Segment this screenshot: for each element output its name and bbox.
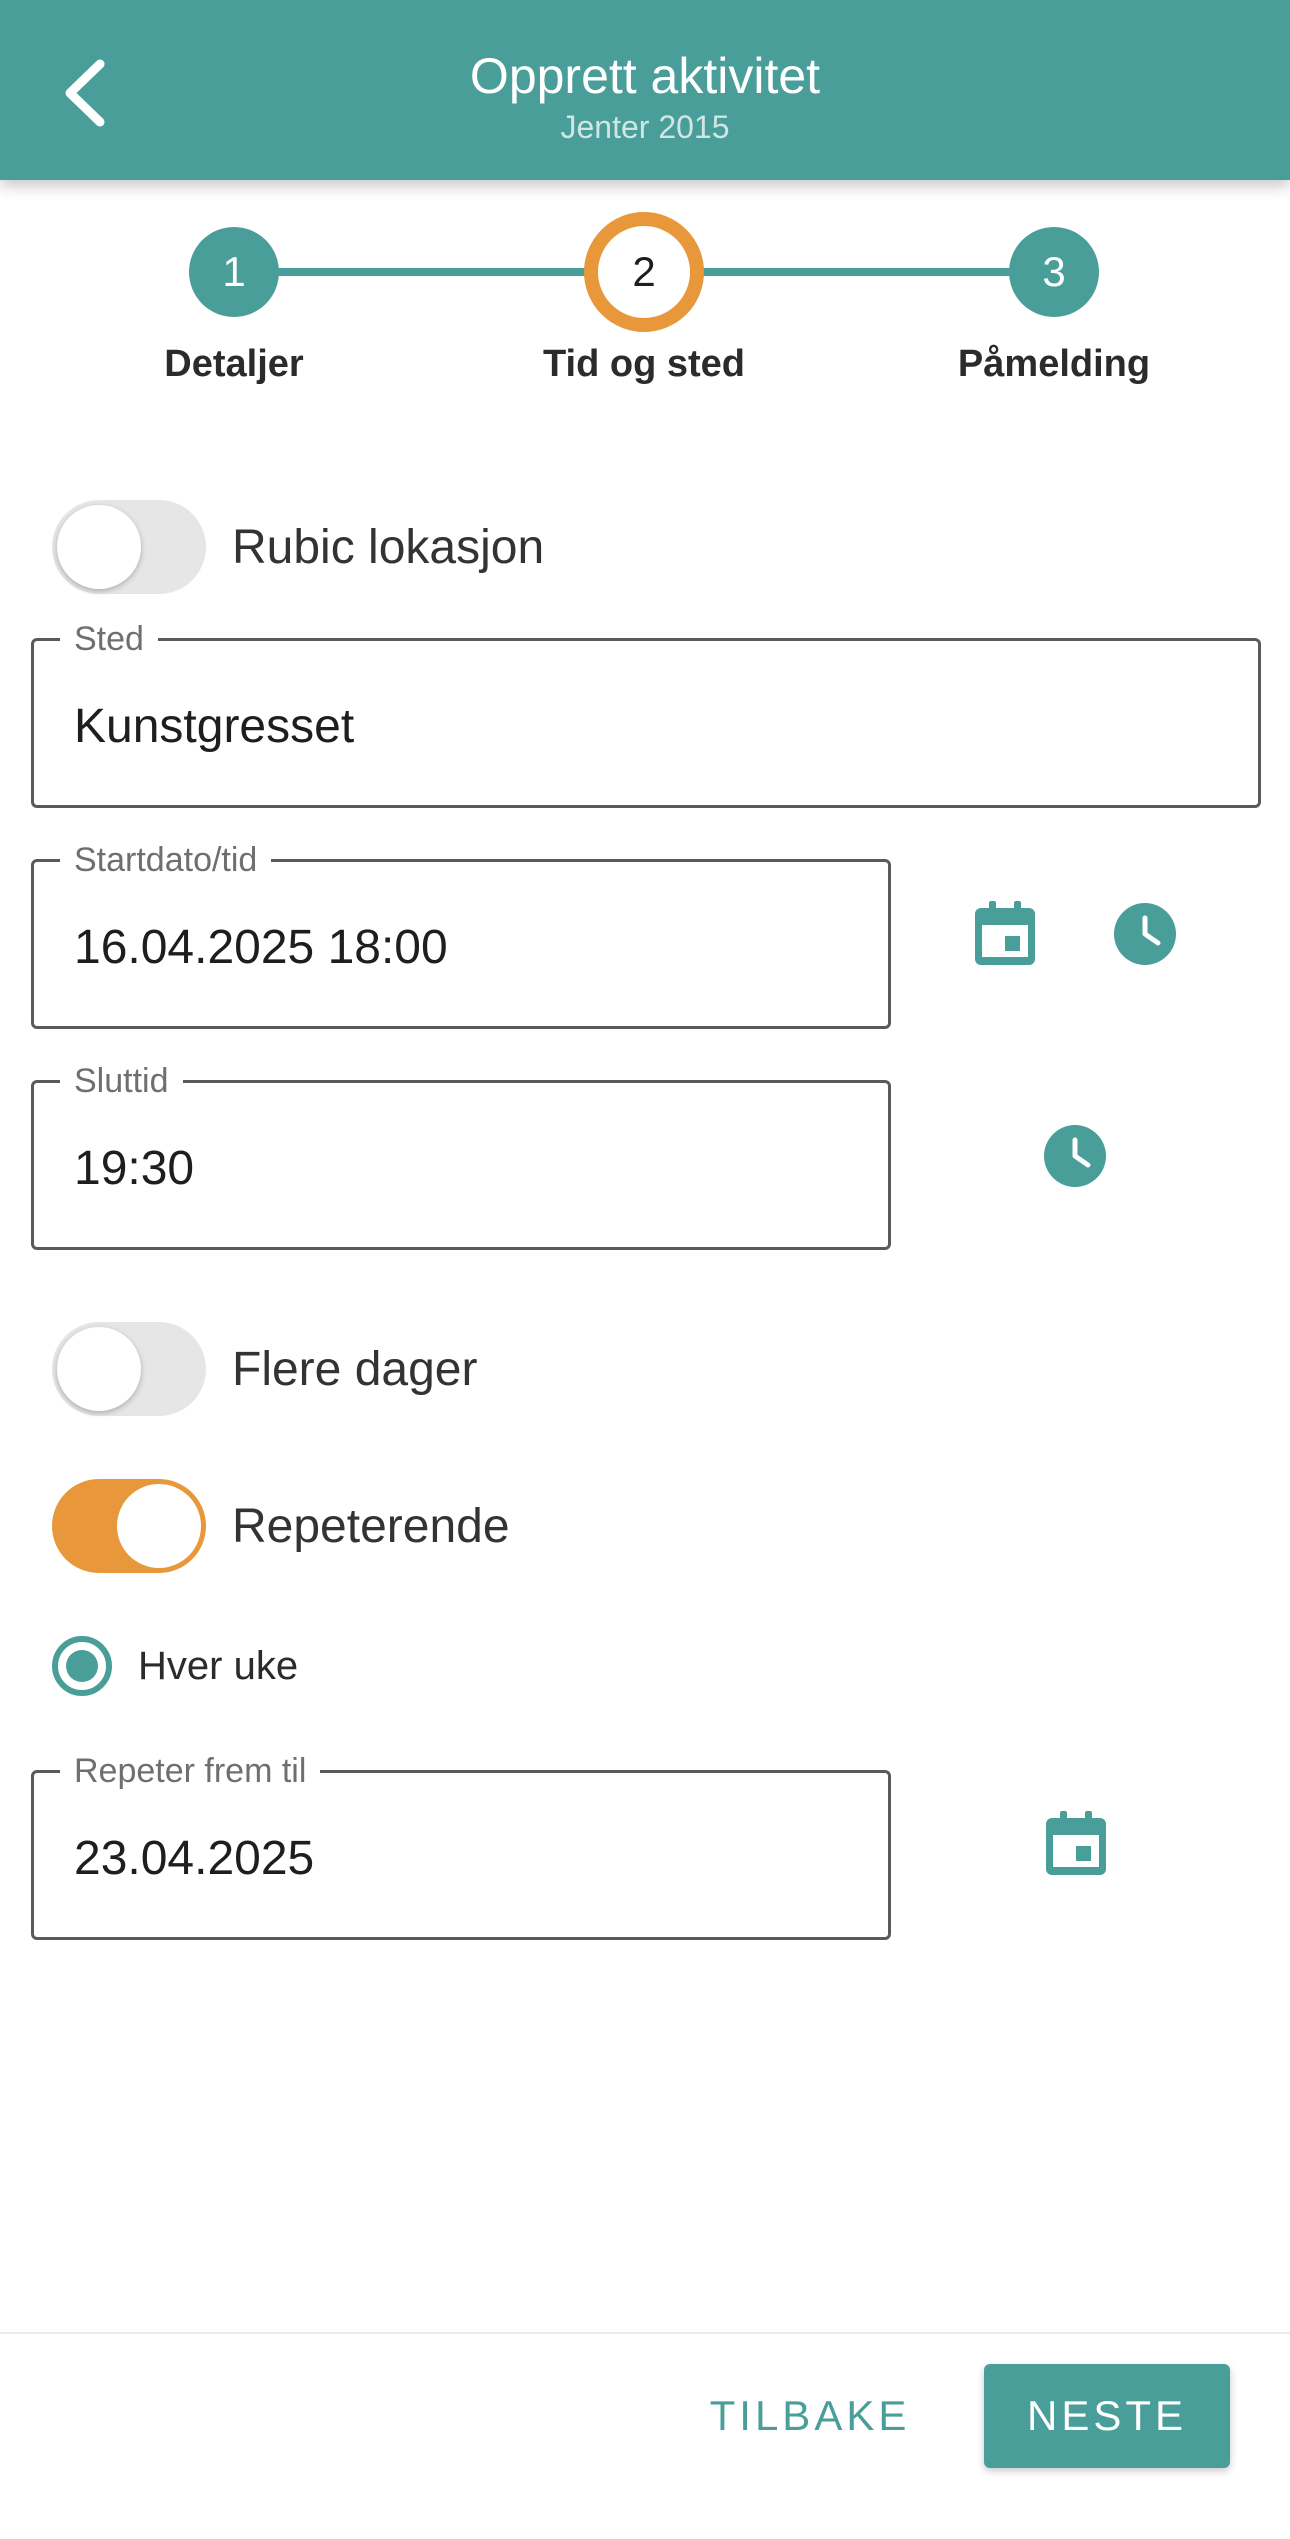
repeat-until-input[interactable]	[74, 1831, 758, 1887]
step-3-label: Påmelding	[957, 343, 1151, 385]
step-2-label: Tid og sted	[543, 343, 745, 385]
toggle-knob	[57, 505, 141, 589]
multiple-days-row[interactable]: Flere dager	[52, 1322, 477, 1416]
repeat-until-field[interactable]: Repeter frem til	[31, 1749, 891, 1940]
footer-divider	[0, 2332, 1290, 2334]
clock-icon	[1114, 902, 1176, 970]
step-1-circle[interactable]: 1	[189, 227, 279, 317]
stepper-connector-2	[644, 268, 1054, 276]
step-1-number: 1	[222, 248, 246, 295]
radio-selected-dot	[66, 1650, 98, 1682]
end-time-label: Sluttid	[60, 1059, 183, 1103]
weekly-radio-row[interactable]: Hver uke	[52, 1636, 298, 1696]
end-time-input[interactable]	[74, 1141, 758, 1197]
repeat-until-label: Repeter frem til	[60, 1749, 321, 1793]
end-time-field[interactable]: Sluttid	[31, 1059, 891, 1250]
location-field-label: Sted	[60, 617, 158, 661]
step-3-number: 3	[1042, 248, 1066, 295]
rubic-location-label: Rubic lokasjon	[232, 520, 545, 574]
repeat-until-date-picker-button[interactable]	[1041, 1810, 1111, 1880]
start-datetime-label: Startdato/tid	[60, 838, 272, 882]
toggle-knob	[57, 1327, 141, 1411]
start-datetime-input[interactable]	[74, 920, 758, 976]
repeating-row[interactable]: Repeterende	[52, 1479, 510, 1573]
location-field[interactable]: Sted	[31, 617, 1261, 808]
page-title: Opprett aktivitet	[469, 48, 821, 104]
start-date-picker-button[interactable]	[970, 900, 1040, 970]
start-datetime-field[interactable]: Startdato/tid	[31, 838, 891, 1029]
rubic-location-row[interactable]: Rubic lokasjon	[52, 500, 544, 594]
calendar-icon	[975, 900, 1035, 970]
multiple-days-toggle[interactable]	[52, 1322, 206, 1416]
app-bar: Opprett aktivitet Jenter 2015	[0, 0, 1290, 180]
repeating-label: Repeterende	[232, 1499, 510, 1553]
step-1-label: Detaljer	[164, 343, 304, 385]
page-subtitle: Jenter 2015	[560, 109, 730, 145]
weekly-radio-label: Hver uke	[138, 1643, 299, 1688]
start-time-picker-button[interactable]	[1113, 902, 1177, 970]
calendar-icon	[1046, 1810, 1106, 1880]
back-step-button[interactable]: TILBAKE	[690, 2366, 930, 2466]
step-2-number: 2	[632, 248, 656, 295]
end-time-picker-button[interactable]	[1043, 1124, 1107, 1192]
stepper-connector-1	[234, 268, 644, 276]
step-2-circle[interactable]: 2	[584, 212, 704, 332]
location-input[interactable]	[74, 699, 1054, 755]
toggle-knob	[117, 1484, 201, 1568]
next-step-button[interactable]: NESTE	[984, 2364, 1230, 2468]
multiple-days-label: Flere dager	[232, 1342, 478, 1396]
clock-icon	[1044, 1124, 1106, 1192]
repeating-toggle[interactable]	[52, 1479, 206, 1573]
step-3-circle[interactable]: 3	[1009, 227, 1099, 317]
weekly-radio[interactable]	[52, 1636, 112, 1696]
rubic-location-toggle[interactable]	[52, 500, 206, 594]
stepper: 1 2 3 Detaljer Tid og sted Påmelding	[0, 200, 1290, 400]
